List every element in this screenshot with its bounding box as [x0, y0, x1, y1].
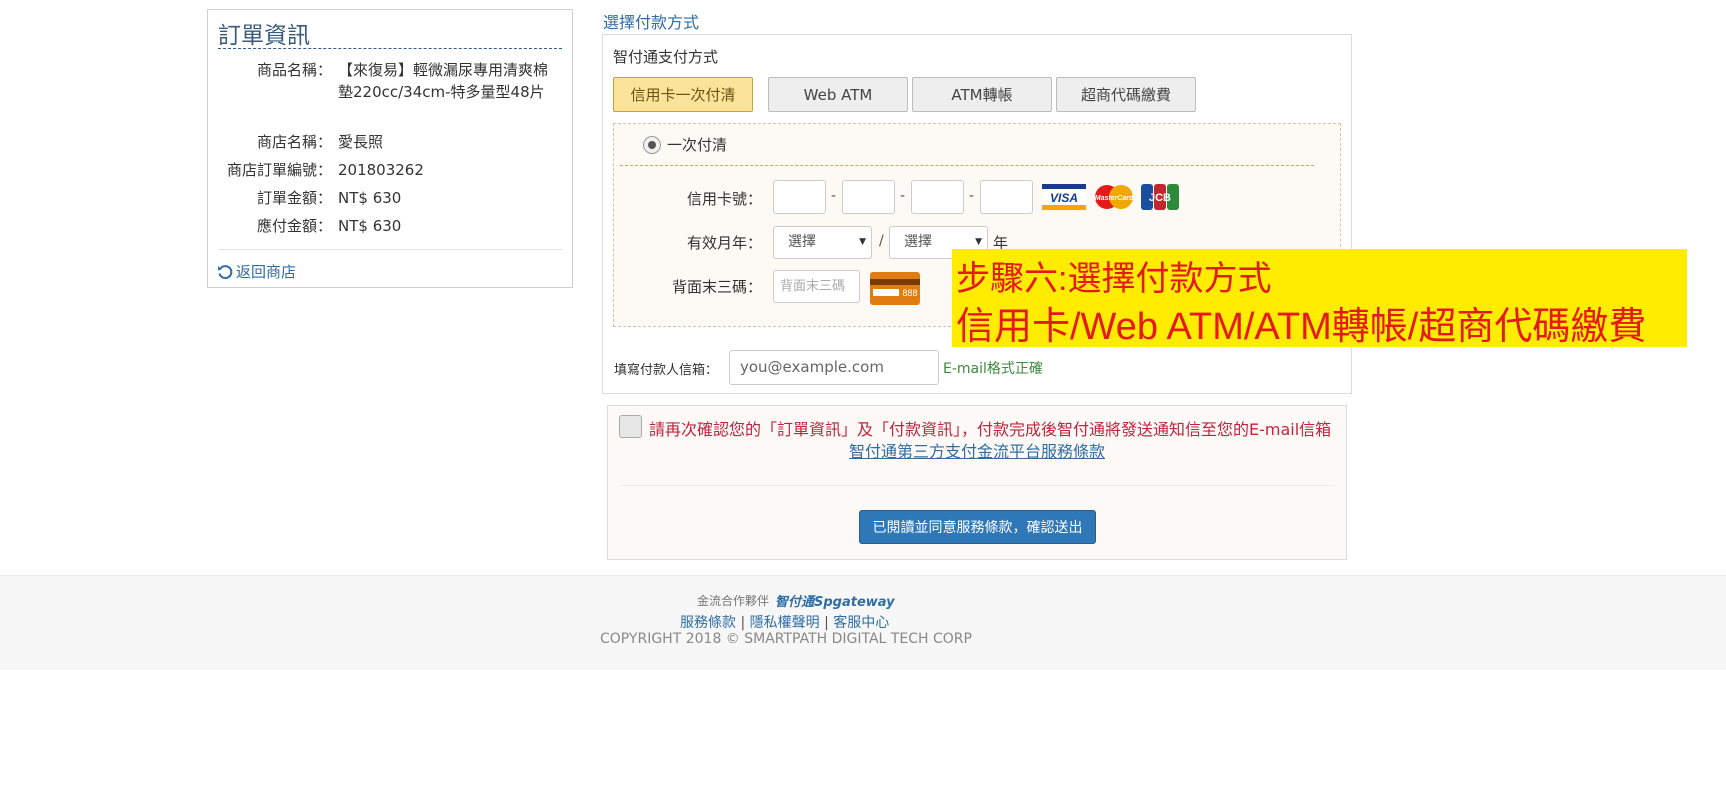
order-divider [218, 249, 562, 250]
store-name-label: 商店名稱： [256, 133, 332, 151]
expiry-label: 有效月年： [687, 234, 763, 252]
card-back-icon: 888 [870, 272, 920, 305]
payable-amount-label: 應付金額： [256, 217, 332, 235]
confirm-checkbox[interactable] [619, 415, 642, 438]
payment-partner: 金流合作夥伴 智付通Spgateway [697, 591, 895, 610]
order-amount-label: 訂單金額： [256, 189, 332, 207]
expiry-year-value: 選擇 [904, 234, 932, 250]
store-name-value: 愛長照 [338, 133, 384, 151]
payment-tabs: 信用卡一次付清 Web ATM ATM轉帳 超商代碼繳費 [613, 77, 1200, 112]
card-number-field-4[interactable] [980, 180, 1033, 214]
footer: 金流合作夥伴 智付通Spgateway 服務條款 | 隱私權聲明 | 客服中心 … [0, 575, 1726, 670]
card-number-field-1[interactable] [773, 180, 826, 214]
card-number-field-2[interactable] [842, 180, 895, 214]
footer-separator: | [824, 615, 829, 631]
email-valid-status: E-mail格式正確 [943, 361, 1043, 377]
visa-logo-text: VISA [1050, 191, 1078, 205]
tab-credit-card[interactable]: 信用卡一次付清 [613, 77, 753, 112]
step-annotation: 步驟六:選擇付款方式 信用卡/Web ATM/ATM轉帳/超商代碼繳費 [952, 249, 1687, 348]
expiry-month-value: 選擇 [788, 234, 816, 250]
payable-amount-value: NT$ 630 [338, 217, 402, 235]
mastercard-icon: MasterCard [1095, 185, 1134, 209]
card-number-label: 信用卡號： [687, 190, 763, 208]
card-number-dash-3: - [969, 188, 975, 204]
confirm-box: 請再次確認您的「訂單資訊」及「付款資訊」，付款完成後智付通將發送通知信至您的E-… [607, 405, 1347, 560]
expiry-month-select[interactable]: 選擇 ▼ [773, 226, 872, 259]
confirm-divider [620, 485, 1334, 486]
step-annotation-title: 步驟六:選擇付款方式 [956, 260, 1272, 298]
order-info-title: 訂單資訊 [218, 23, 310, 49]
back-to-store-link[interactable]: 返回商店 [217, 261, 296, 282]
footer-link-privacy[interactable]: 隱私權聲明 [750, 615, 820, 631]
back-to-store-label: 返回商店 [236, 263, 297, 281]
chevron-down-icon: ▼ [859, 237, 866, 247]
confirm-notice: 請再次確認您的「訂單資訊」及「付款資訊」，付款完成後智付通將發送通知信至您的E-… [649, 420, 1332, 439]
card-number-dash-2: - [900, 188, 906, 204]
full-payment-label: 一次付清 [667, 136, 728, 154]
order-title-divider [218, 48, 562, 49]
full-payment-radio[interactable] [643, 135, 661, 154]
email-label: 填寫付款人信箱： [614, 363, 719, 378]
footer-link-terms[interactable]: 服務條款 [680, 615, 736, 631]
order-number-value: 201803262 [338, 161, 424, 179]
card-number-field-3[interactable] [911, 180, 964, 214]
card-divider [620, 165, 1314, 166]
order-info-panel: 訂單資訊 商品名稱： 【來復易】輕微漏尿專用清爽棉墊220cc/34cm-特多量… [207, 9, 573, 288]
card-number-dash-1: - [831, 188, 837, 204]
jcb-logo-text: JCB [1149, 192, 1171, 204]
terms-of-service-link[interactable]: 智付通第三方支付金流平台服務條款 [849, 438, 1105, 462]
jcb-icon: JCB [1141, 184, 1179, 210]
tab-atm-transfer[interactable]: ATM轉帳 [912, 77, 1052, 112]
copyright: COPYRIGHT 2018 © SMARTPATH DIGITAL TECH … [600, 631, 972, 647]
step-annotation-detail: 信用卡/Web ATM/ATM轉帳/超商代碼繳費 [956, 306, 1647, 348]
footer-link-support[interactable]: 客服中心 [833, 615, 889, 631]
full-payment-option[interactable]: 一次付清 [643, 134, 727, 155]
mastercard-logo-text: MasterCard [1095, 195, 1134, 202]
expiry-slash: / [879, 233, 884, 249]
email-field[interactable]: you@example.com [729, 350, 939, 385]
undo-icon [218, 264, 233, 279]
tab-convenience-store[interactable]: 超商代碼繳費 [1056, 77, 1196, 112]
footer-separator: | [740, 615, 746, 631]
payment-provider-label: 智付通支付方式 [613, 48, 719, 66]
spgateway-logo: 智付通Spgateway [775, 595, 895, 610]
cvv-label: 背面末三碼： [672, 278, 763, 296]
footer-links: 服務條款 | 隱私權聲明 | 客服中心 [680, 612, 889, 632]
payment-method-heading: 選擇付款方式 [603, 13, 700, 32]
cvv-input[interactable]: 背面末三碼 [773, 270, 860, 303]
product-name-value: 【來復易】輕微漏尿專用清爽棉墊220cc/34cm-特多量型48片 [338, 61, 549, 101]
partner-label: 金流合作夥伴 [697, 594, 770, 608]
card-back-digits: 888 [902, 288, 917, 298]
visa-icon: VISA [1042, 184, 1086, 210]
tab-web-atm[interactable]: Web ATM [768, 77, 908, 112]
order-number-label: 商店訂單編號： [226, 161, 332, 179]
confirm-submit-button[interactable]: 已閱讀並同意服務條款，確認送出 [859, 510, 1096, 544]
product-name-label: 商品名稱： [256, 61, 332, 79]
order-amount-value: NT$ 630 [338, 189, 402, 207]
